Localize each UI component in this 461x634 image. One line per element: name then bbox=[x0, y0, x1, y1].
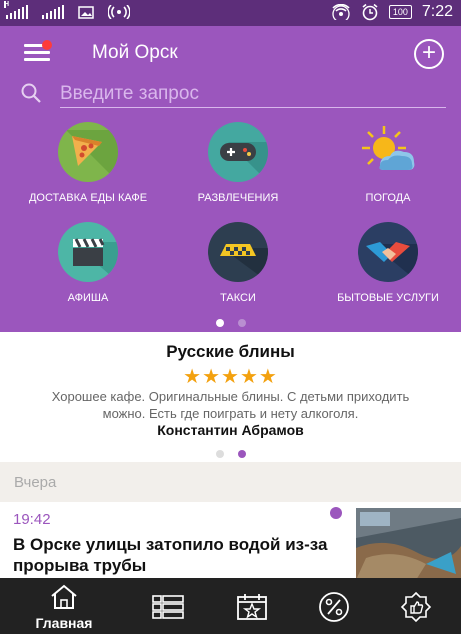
category-label: РАЗВЛЕЧЕНИЯ bbox=[197, 192, 279, 204]
news-thumbnail bbox=[356, 508, 461, 580]
category-weather[interactable]: ПОГОДА bbox=[318, 122, 458, 205]
battery-icon: 100 bbox=[388, 5, 412, 19]
category-label: ТАКСИ bbox=[220, 292, 256, 304]
nav-discounts[interactable] bbox=[312, 578, 356, 634]
review-title: Русские блины bbox=[166, 342, 295, 361]
bottom-navigation: Главная bbox=[0, 578, 461, 634]
nav-home[interactable]: Главная bbox=[22, 578, 106, 634]
category-pager bbox=[0, 314, 461, 332]
menu-button[interactable] bbox=[24, 40, 52, 64]
app-title: Мой Орск bbox=[92, 42, 178, 63]
category-food-delivery[interactable]: ДОСТАВКА ЕДЫ КАФЕ bbox=[18, 122, 158, 205]
taxi-icon bbox=[208, 222, 268, 282]
home-icon bbox=[51, 584, 77, 609]
news-title: В Орске улицы затопило водой из-за проры… bbox=[13, 535, 328, 575]
weather-icon bbox=[358, 122, 418, 182]
calendar-star-icon bbox=[237, 594, 267, 620]
category-taxi[interactable]: ТАКСИ bbox=[168, 222, 308, 305]
nav-catalog[interactable] bbox=[146, 578, 190, 634]
percent-icon bbox=[319, 592, 349, 622]
pager-dot[interactable] bbox=[215, 450, 224, 458]
review-pager bbox=[0, 445, 461, 463]
category-label: ПОГОДА bbox=[365, 192, 411, 204]
category-label: АФИША bbox=[67, 292, 109, 304]
alarm-icon bbox=[362, 3, 378, 21]
unread-dot bbox=[330, 507, 342, 519]
category-grid: ДОСТАВКА ЕДЫ КАФЕ РАЗВЛЕЧЕНИЯ ПОГОДА АФИ… bbox=[0, 118, 461, 332]
search-icon bbox=[21, 83, 41, 103]
wifi-icon bbox=[332, 4, 350, 20]
nav-events[interactable] bbox=[230, 578, 274, 634]
clapperboard-icon bbox=[58, 222, 118, 282]
notification-dot bbox=[42, 40, 52, 50]
category-label: БЫТОВЫЕ УСЛУГИ bbox=[337, 292, 439, 304]
add-button[interactable]: + bbox=[414, 39, 444, 69]
rating-stars: ★★★★★ bbox=[183, 366, 278, 388]
handshake-icon bbox=[358, 222, 418, 282]
hotspot-icon bbox=[108, 5, 130, 19]
review-card[interactable]: Русские блины ★★★★★ Хорошее кафе. Оригин… bbox=[0, 332, 461, 462]
category-household-services[interactable]: БЫТОВЫЕ УСЛУГИ bbox=[318, 222, 458, 305]
category-afisha[interactable]: АФИША bbox=[18, 222, 158, 305]
status-bar: H 100 7:22 bbox=[0, 0, 461, 26]
pager-dot-active[interactable] bbox=[215, 319, 224, 327]
gamepad-icon bbox=[208, 122, 268, 182]
category-entertainment[interactable]: РАЗВЛЕЧЕНИЯ bbox=[168, 122, 308, 205]
image-notification-icon bbox=[78, 5, 94, 19]
review-text: Хорошее кафе. Оригинальные блины. С деть… bbox=[51, 389, 410, 421]
app-header: Мой Орск + bbox=[0, 26, 461, 118]
search-input[interactable] bbox=[60, 80, 446, 108]
pager-dot-active[interactable] bbox=[237, 450, 246, 458]
pager-dot[interactable] bbox=[237, 319, 246, 327]
section-header: Вчера bbox=[14, 474, 57, 491]
status-time: 7:22 bbox=[421, 3, 453, 20]
nav-reviews[interactable] bbox=[394, 578, 438, 634]
category-label: ДОСТАВКА ЕДЫ КАФЕ bbox=[28, 192, 148, 204]
list-icon bbox=[152, 595, 184, 619]
review-author: Константин Абрамов bbox=[157, 422, 304, 438]
news-item[interactable]: 19:42 В Орске улицы затопило водой из-за… bbox=[0, 502, 461, 580]
badge-like-icon bbox=[400, 591, 432, 623]
signal-2-icon bbox=[42, 5, 64, 19]
pizza-icon bbox=[58, 122, 118, 182]
signal-icon: H bbox=[4, 1, 28, 19]
news-time: 19:42 bbox=[13, 511, 51, 528]
nav-home-label: Главная bbox=[35, 615, 93, 631]
